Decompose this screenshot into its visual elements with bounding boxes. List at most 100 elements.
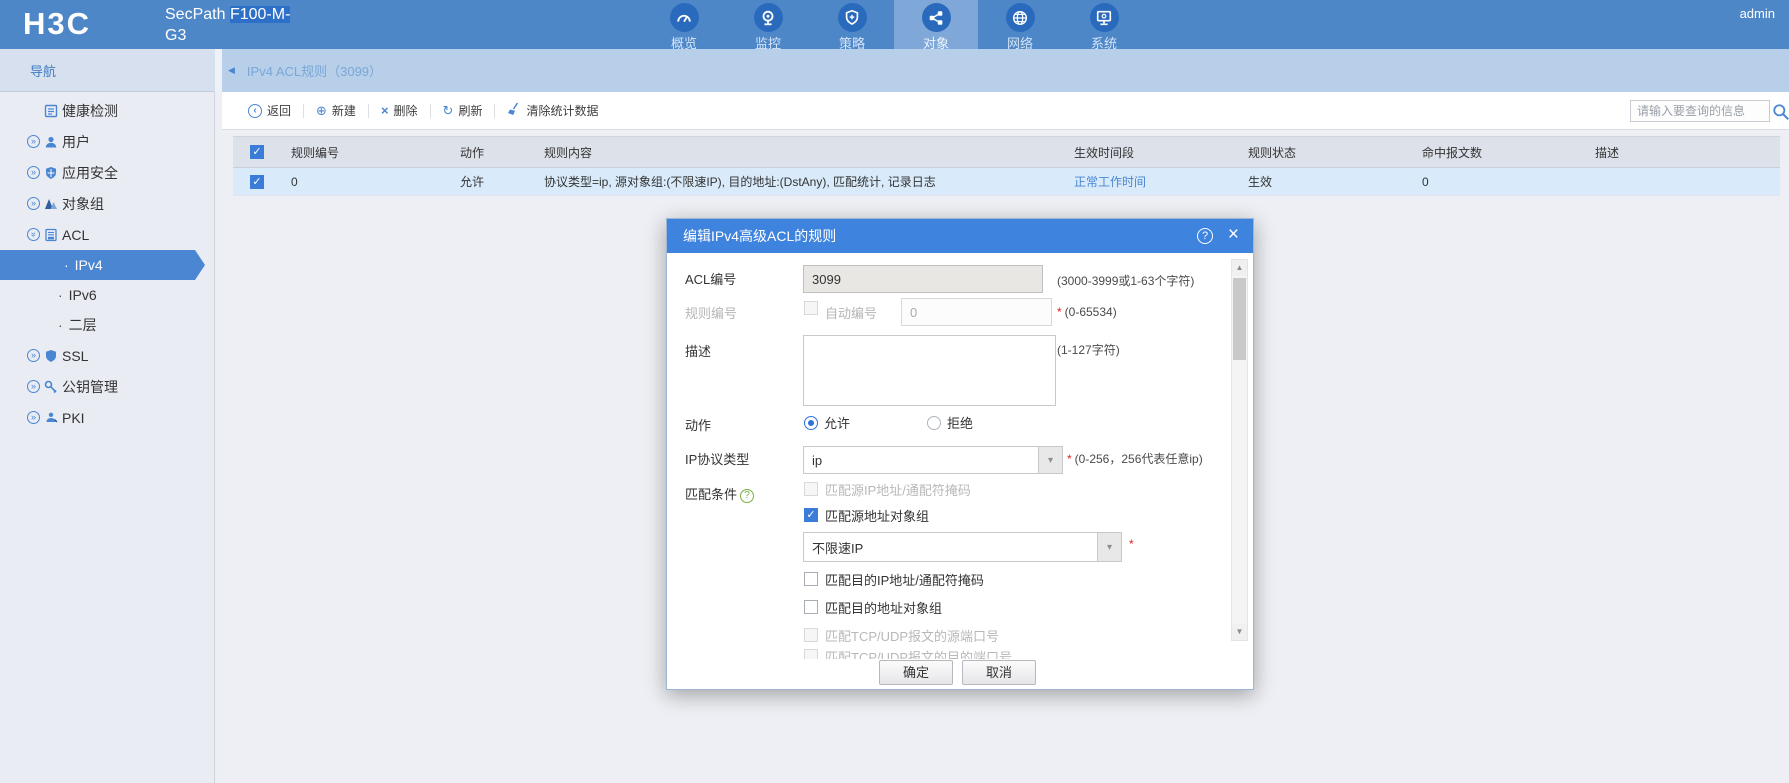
system-monitor-icon: [1089, 3, 1119, 32]
broom-icon: [507, 102, 521, 119]
protocol-hint: (0-256，256代表任意ip): [1074, 452, 1203, 466]
back-icon: ‹: [248, 103, 262, 118]
column-header-hit-count: 命中报文数: [1422, 145, 1483, 160]
current-user[interactable]: admin: [1740, 6, 1775, 21]
ssl-shield-icon: [43, 348, 58, 363]
chevron-right-icon: »: [27, 411, 40, 424]
scroll-down-icon[interactable]: ▼: [1232, 624, 1247, 640]
rule-number-hint: (0-65534): [1064, 305, 1117, 319]
deny-label: 拒绝: [947, 416, 974, 431]
sidebar-item-ipv6[interactable]: · IPv6: [0, 280, 214, 310]
sidebar-item-layer2[interactable]: · 二层: [0, 310, 214, 340]
required-asterisk: *: [1057, 305, 1062, 319]
cell-action: 允许: [460, 175, 485, 189]
toolbar-divider: [303, 103, 305, 118]
column-header-rule-id: 规则编号: [291, 145, 340, 160]
sidebar-item-label: SSL: [62, 347, 89, 364]
row-checkbox[interactable]: ✓: [250, 174, 264, 189]
sidebar-item-pki[interactable]: » PKI: [0, 402, 214, 433]
sidebar-item-label: PKI: [62, 409, 85, 426]
match-src-ip-option: 匹配源IP地址/通配符掩码: [804, 481, 971, 498]
product-prefix: SecPath: [165, 6, 230, 23]
new-button[interactable]: ⊕ 新建: [316, 102, 356, 119]
user-icon: [43, 134, 58, 149]
delete-x-icon: ×: [380, 103, 389, 118]
match-dst-group-checkbox[interactable]: [804, 600, 818, 614]
chevron-down-icon[interactable]: ▾: [1039, 446, 1063, 474]
nav-tab-overview[interactable]: 概览: [642, 0, 726, 51]
nav-tab-system[interactable]: 系统: [1062, 0, 1146, 51]
select-all-checkbox[interactable]: ✓: [250, 145, 264, 159]
clear-statistics-label: 清除统计数据: [526, 104, 599, 118]
match-src-group-checkbox[interactable]: ✓: [804, 508, 818, 522]
match-src-group-option[interactable]: ✓ 匹配源地址对象组: [804, 507, 929, 524]
match-dst-ip-checkbox[interactable]: [804, 572, 818, 586]
sidebar-item-object-group[interactable]: » 对象组: [0, 188, 214, 219]
match-help-icon[interactable]: ?: [740, 489, 755, 503]
bullet-icon: ·: [64, 257, 69, 273]
clear-statistics-button[interactable]: 清除统计数据: [507, 102, 598, 119]
toolbar-divider: [429, 103, 431, 118]
sidebar-item-ssl[interactable]: » SSL: [0, 340, 214, 371]
sidebar-item-acl[interactable]: » ACL: [0, 219, 214, 250]
search-icon[interactable]: [1772, 103, 1789, 121]
cancel-button[interactable]: 取消: [962, 660, 1036, 685]
ok-button[interactable]: 确定: [879, 660, 953, 685]
allow-label: 允许: [824, 416, 851, 431]
description-textarea[interactable]: [803, 335, 1056, 406]
table-row[interactable]: ✓ 0 允许 协议类型=ip, 源对象组:(不限速IP), 目的地址:(DstA…: [233, 168, 1780, 196]
cell-status: 生效: [1248, 175, 1273, 189]
sidebar-item-health-check[interactable]: 健康检测: [0, 95, 214, 126]
match-dst-group-option[interactable]: 匹配目的地址对象组: [804, 599, 942, 616]
dialog-title: 编辑IPv4高级ACL的规则: [683, 228, 837, 244]
action-label: 动作: [685, 418, 712, 433]
match-tcp-src-port-checkbox: [804, 628, 818, 642]
dialog-help-icon[interactable]: ?: [1197, 228, 1213, 244]
sidebar-item-label: IPv4: [74, 257, 103, 273]
dialog-scrollbar[interactable]: ▲ ▼: [1231, 259, 1248, 641]
back-button[interactable]: ‹ 返回: [248, 102, 291, 119]
close-icon[interactable]: ×: [1228, 224, 1239, 246]
deny-radio[interactable]: [927, 415, 941, 430]
acl-number-label: ACL编号: [685, 272, 737, 287]
action-allow-option[interactable]: 允许: [804, 413, 850, 432]
refresh-button[interactable]: ↻ 刷新: [443, 102, 483, 119]
scroll-up-icon[interactable]: ▲: [1232, 260, 1247, 276]
scrollbar-thumb[interactable]: [1233, 278, 1246, 360]
sidebar-item-label: 二层: [68, 317, 97, 333]
auto-number-label: 自动编号: [825, 306, 878, 321]
monitor-camera-icon: [753, 3, 783, 32]
cell-time-range-link[interactable]: 正常工作时间: [1074, 175, 1146, 189]
chevron-down-icon[interactable]: ▾: [1098, 532, 1122, 562]
action-deny-option[interactable]: 拒绝: [927, 413, 973, 432]
sidebar-item-label: 对象组: [62, 195, 104, 212]
delete-button[interactable]: × 删除: [381, 102, 418, 119]
search-input[interactable]: [1630, 100, 1770, 122]
required-asterisk: *: [1067, 452, 1072, 466]
nav-tab-monitor[interactable]: 监控: [726, 0, 810, 51]
source-group-value[interactable]: 不限速IP: [803, 532, 1098, 562]
sidebar-item-users[interactable]: » 用户: [0, 126, 214, 157]
protocol-label: IP协议类型: [685, 452, 750, 467]
sidebar-nav: 健康检测 » 用户 » 应用安全 » 对象组 » ACL · IPv4 · IP: [0, 92, 215, 783]
sidebar-item-app-security[interactable]: » 应用安全: [0, 157, 214, 188]
breadcrumb: IPv4 ACL规则（3099）: [246, 64, 383, 79]
source-group-combobox[interactable]: 不限速IP ▾: [803, 532, 1122, 562]
protocol-value[interactable]: ip: [803, 446, 1039, 474]
sidebar-item-ipv4[interactable]: · IPv4: [0, 250, 205, 280]
allow-radio[interactable]: [804, 415, 818, 430]
app-window: H3C SecPath F100-M- G3 概览 监控 策略 对象 网络 系统…: [0, 0, 1789, 783]
column-header-status: 规则状态: [1248, 145, 1297, 160]
nav-tab-network[interactable]: 网络: [978, 0, 1062, 51]
toolbar-divider: [367, 103, 369, 118]
cell-hit-count: 0: [1422, 174, 1429, 189]
match-dst-ip-option[interactable]: 匹配目的IP地址/通配符掩码: [804, 571, 984, 588]
app-security-shield-icon: [43, 165, 58, 180]
sidebar-collapse-icon[interactable]: ◀: [228, 65, 235, 76]
back-label: 返回: [267, 104, 292, 118]
toolbar: ‹ 返回 ⊕ 新建 × 删除 ↻ 刷新 清除统计数据: [222, 92, 1789, 130]
protocol-combobox[interactable]: ip ▾: [803, 446, 1063, 474]
nav-tab-objects[interactable]: 对象: [894, 0, 978, 51]
nav-tab-policy[interactable]: 策略: [810, 0, 894, 51]
sidebar-item-public-key[interactable]: » 公钥管理: [0, 371, 214, 402]
